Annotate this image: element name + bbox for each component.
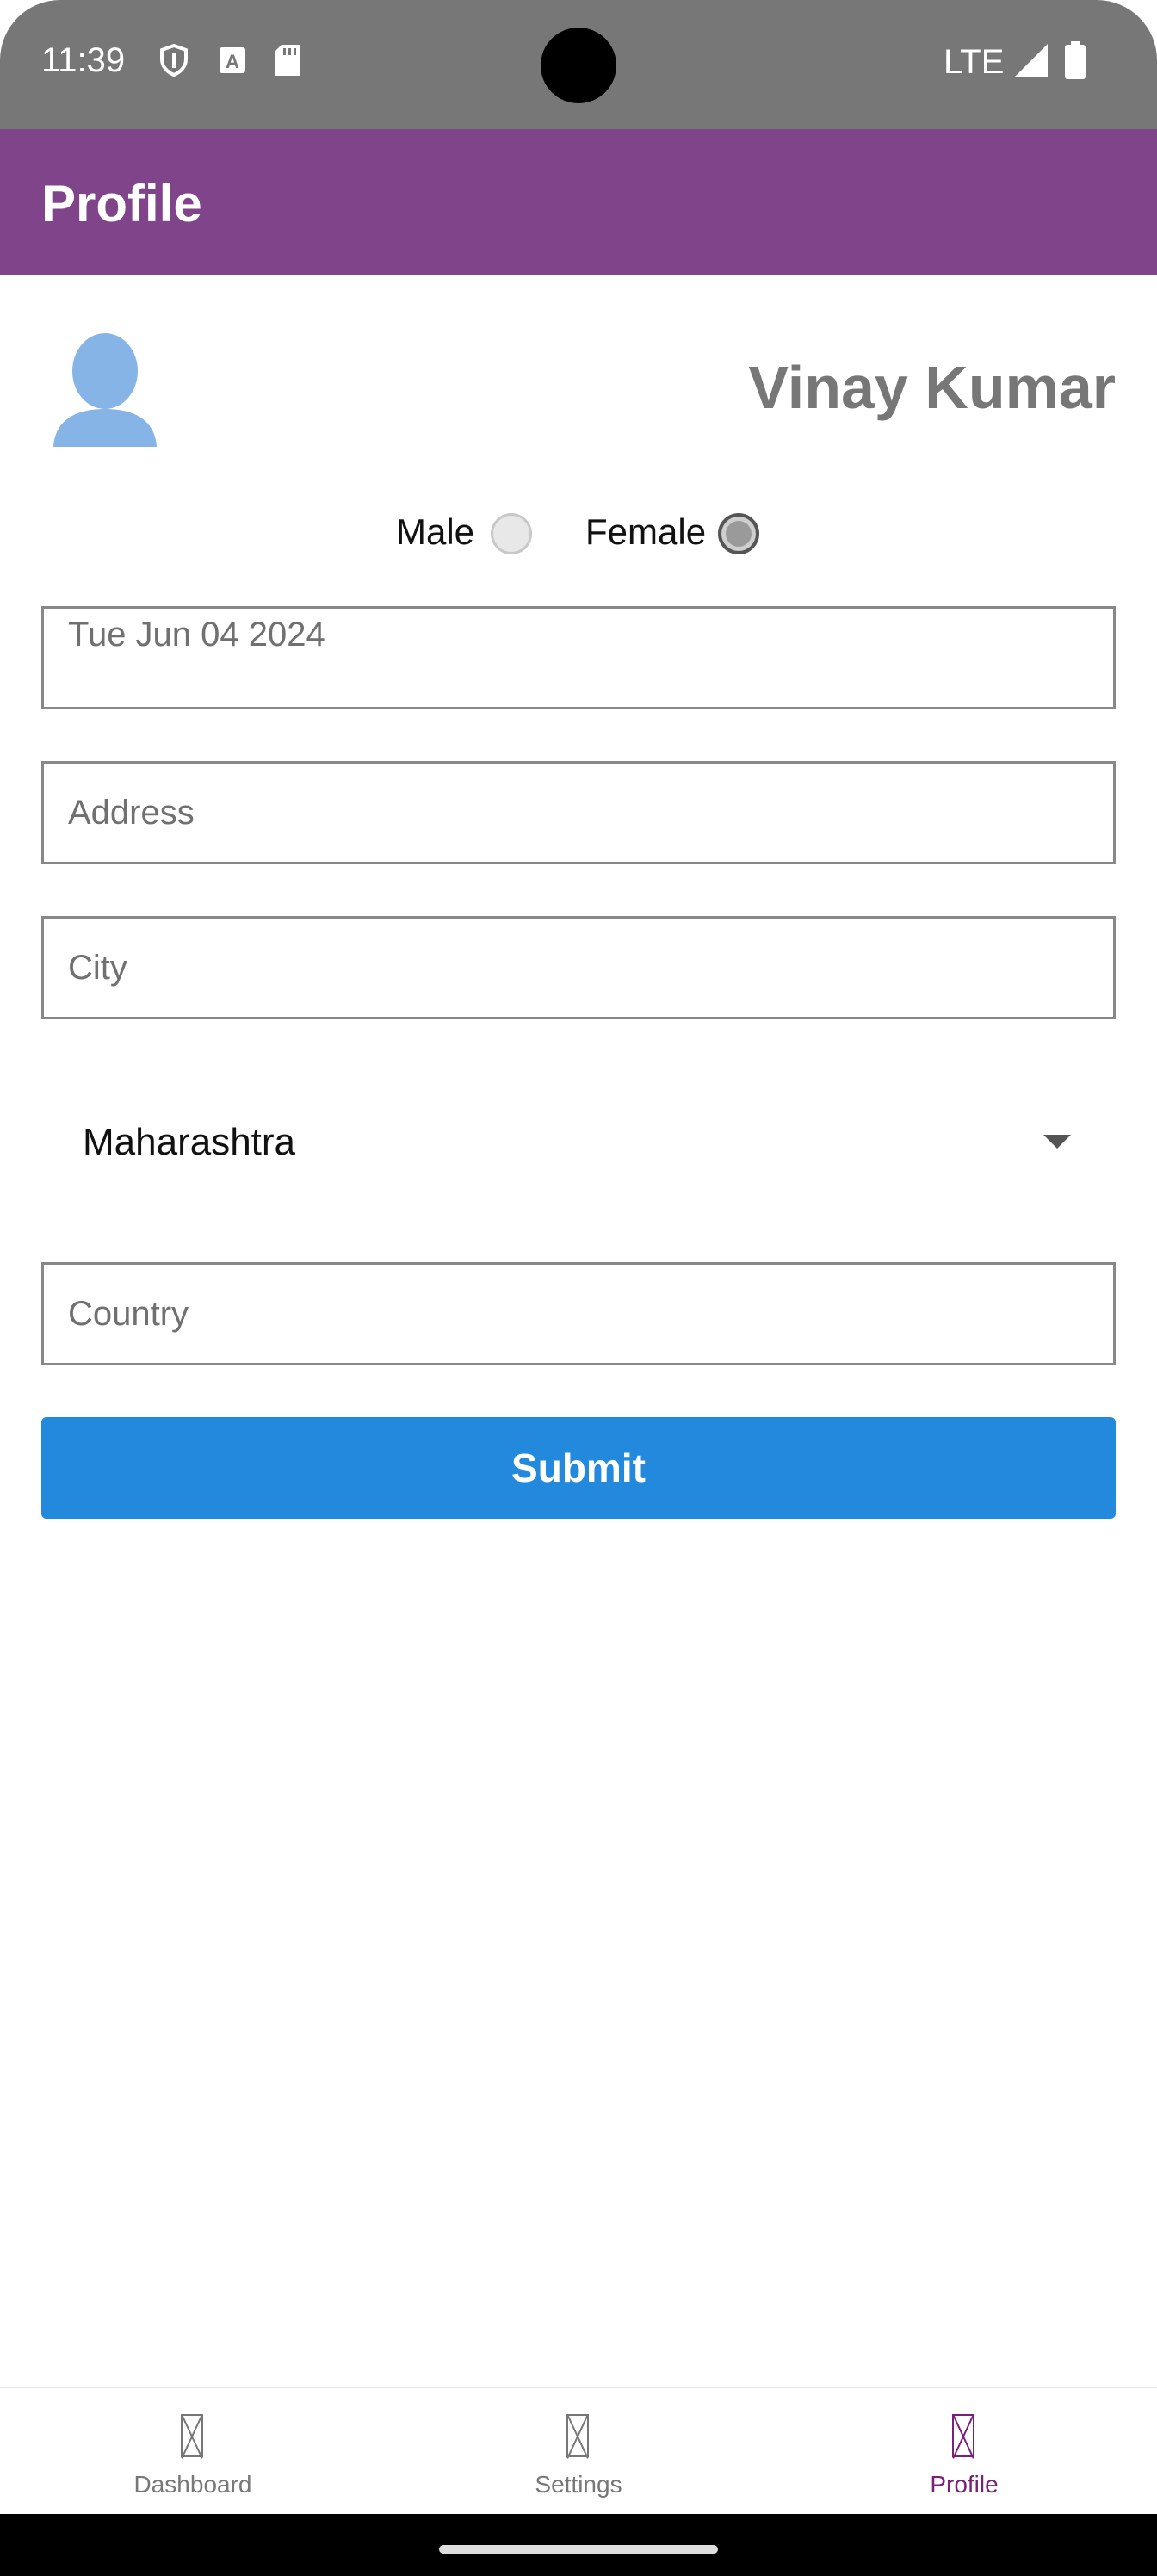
page-title: Profile bbox=[41, 175, 202, 232]
front-camera bbox=[541, 28, 616, 103]
state-dropdown[interactable]: Maharashtra bbox=[41, 1090, 1116, 1193]
dropdown-arrow-icon bbox=[1043, 1135, 1071, 1149]
nav-label-dashboard: Dashboard bbox=[133, 2471, 252, 2498]
app-screen: 11:39 A LTE Profile Vinay Kumar Male Fem… bbox=[0, 0, 1157, 2576]
country-field-box bbox=[41, 1262, 1116, 1365]
text-a-icon: A bbox=[217, 45, 248, 76]
gender-radio-group: Male Female bbox=[0, 508, 1157, 560]
radio-label-male: Male bbox=[396, 511, 475, 552]
nav-label-profile: Profile bbox=[930, 2471, 999, 2498]
shield-icon bbox=[158, 44, 189, 77]
date-value: Tue Jun 04 2024 bbox=[68, 616, 325, 653]
network-type: LTE bbox=[944, 43, 1005, 81]
app-bar: Profile bbox=[0, 129, 1157, 275]
nav-label-settings: Settings bbox=[535, 2471, 622, 2498]
city-field-box bbox=[41, 916, 1116, 1019]
missing-glyph-icon bbox=[952, 2414, 974, 2457]
address-field-box bbox=[41, 761, 1116, 864]
sd-card-icon bbox=[272, 45, 303, 76]
submit-button[interactable]: Submit bbox=[41, 1417, 1116, 1519]
nav-item-profile[interactable]: Profile bbox=[771, 2388, 1157, 2516]
signal-icon bbox=[1014, 43, 1049, 77]
date-field[interactable]: Tue Jun 04 2024 bbox=[41, 606, 1116, 709]
radio-label-female: Female bbox=[585, 511, 707, 552]
nav-item-settings[interactable]: Settings bbox=[386, 2388, 771, 2516]
user-name: Vinay Kumar bbox=[748, 354, 1116, 421]
bottom-navigation: Dashboard Settings Profile bbox=[0, 2387, 1157, 2514]
avatar bbox=[50, 331, 160, 449]
missing-glyph-icon bbox=[181, 2414, 203, 2457]
battery-icon bbox=[1064, 41, 1086, 79]
country-input[interactable] bbox=[44, 1265, 1113, 1363]
state-selected-value: Maharashtra bbox=[83, 1121, 296, 1163]
gesture-area bbox=[0, 2514, 1157, 2576]
missing-glyph-icon bbox=[566, 2414, 589, 2457]
status-time: 11:39 bbox=[41, 41, 126, 79]
status-bar: 11:39 A LTE bbox=[0, 0, 1157, 129]
home-gesture-bar[interactable] bbox=[439, 2545, 718, 2554]
city-input[interactable] bbox=[44, 919, 1113, 1017]
nav-item-dashboard[interactable]: Dashboard bbox=[0, 2388, 386, 2516]
radio-female[interactable] bbox=[718, 513, 759, 554]
address-input[interactable] bbox=[44, 764, 1113, 862]
user-silhouette-icon bbox=[53, 333, 157, 447]
svg-text:A: A bbox=[226, 51, 239, 72]
radio-male[interactable] bbox=[491, 513, 532, 554]
